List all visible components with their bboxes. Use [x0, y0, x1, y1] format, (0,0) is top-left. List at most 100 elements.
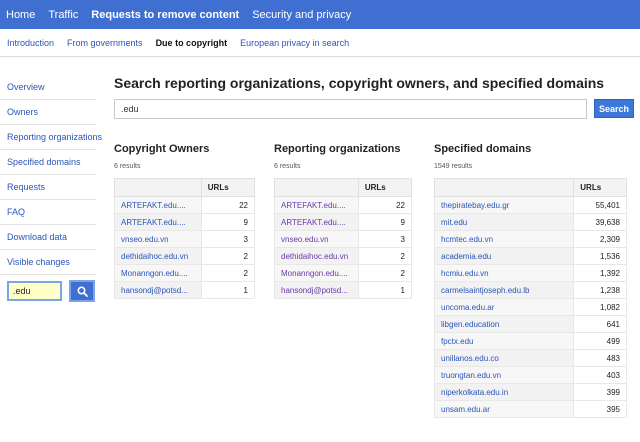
row-name-link[interactable]: niperkolkata.edu.in — [433, 383, 575, 401]
sidebar-search-input[interactable]: .edu — [7, 281, 62, 301]
table-row[interactable]: carmelsaintjoseph.edu.lb 1,238 — [433, 281, 627, 299]
sidebar-item-requests[interactable]: Requests — [0, 175, 96, 200]
table-header-urls[interactable]: URLs — [573, 178, 627, 197]
table-header-urls[interactable]: URLs — [200, 178, 256, 197]
copyright-owners-column: Copyright Owners 6 results URLs ARTEFAKT… — [114, 143, 256, 299]
sidebar-item-visible-changes[interactable]: Visible changes — [0, 250, 96, 275]
top-nav-home[interactable]: Home — [6, 9, 35, 21]
table-row[interactable]: hcmtec.edu.vn 2,309 — [433, 230, 627, 248]
table-row[interactable]: ARTEFAKT.edu.... 9 — [274, 213, 413, 231]
table-row[interactable]: fpctx.edu 499 — [433, 332, 627, 350]
row-name-link[interactable]: hcmiu.edu.vn — [433, 264, 575, 282]
table-row[interactable]: uncoma.edu.ar 1,082 — [433, 298, 627, 316]
row-name-link[interactable]: ARTEFAKT.edu.... — [274, 196, 359, 214]
row-url-count: 1 — [200, 281, 256, 299]
sidebar: Overview Owners Reporting organizations … — [0, 75, 102, 302]
table-row[interactable]: vnseo.edu.vn 3 — [114, 230, 256, 248]
row-name-link[interactable]: uncoma.edu.ar — [433, 298, 575, 316]
main-search-input[interactable]: .edu — [114, 99, 587, 119]
row-url-count: 499 — [573, 332, 627, 350]
copyright-owners-count: 6 results — [114, 163, 141, 170]
row-url-count: 395 — [573, 400, 627, 418]
table-row[interactable]: ARTEFAKT.edu.... 22 — [114, 196, 256, 214]
table-header-name — [274, 178, 359, 197]
row-name-link[interactable]: hcmtec.edu.vn — [433, 230, 575, 248]
table-row[interactable]: thepiratebay.edu.gr 55,401 — [433, 196, 627, 214]
row-name-link[interactable]: hansondj@potsd... — [274, 281, 359, 299]
row-name-link[interactable]: unsam.edu.ar — [433, 400, 575, 418]
table-row[interactable]: truongtan.edu.vn 403 — [433, 366, 627, 384]
sub-nav-due-to-copyright[interactable]: Due to copyright — [156, 38, 228, 48]
row-name-link[interactable]: hansondj@potsd... — [114, 281, 202, 299]
sidebar-item-owners[interactable]: Owners — [0, 100, 96, 125]
table-row[interactable]: unsam.edu.ar 395 — [433, 400, 627, 418]
row-url-count: 1,238 — [573, 281, 627, 299]
sub-nav-european-privacy[interactable]: European privacy in search — [240, 38, 349, 48]
row-name-link[interactable]: Monanngon.edu.... — [274, 264, 359, 282]
table-header-urls[interactable]: URLs — [357, 178, 413, 197]
top-nav-security-and-privacy[interactable]: Security and privacy — [252, 9, 351, 21]
table-row[interactable]: niperkolkata.edu.in 399 — [433, 383, 627, 401]
table-row[interactable]: hansondj@potsd... 1 — [114, 281, 256, 299]
main-search-button[interactable]: Search — [594, 99, 634, 118]
sub-nav-introduction[interactable]: Introduction — [7, 38, 54, 48]
row-name-link[interactable]: fpctx.edu — [433, 332, 575, 350]
row-name-link[interactable]: carmelsaintjoseph.edu.lb — [433, 281, 575, 299]
row-url-count: 9 — [200, 213, 256, 231]
row-name-link[interactable]: dethidaihoc.edu.vn — [114, 247, 202, 265]
row-url-count: 3 — [200, 230, 256, 248]
table-header-name — [114, 178, 202, 197]
copyright-owners-title: Copyright Owners — [114, 143, 210, 155]
specified-domains-count: 1549 results — [434, 163, 473, 170]
sidebar-item-specified-domains[interactable]: Specified domains — [0, 150, 96, 175]
table-row[interactable]: academia.edu 1,536 — [433, 247, 627, 265]
sidebar-search-button[interactable] — [69, 280, 95, 302]
row-name-link[interactable]: thepiratebay.edu.gr — [433, 196, 575, 214]
table-row[interactable]: ARTEFAKT.edu.... 22 — [274, 196, 413, 214]
row-name-link[interactable]: dethidaihoc.edu.vn — [274, 247, 359, 265]
sidebar-item-reporting-organizations[interactable]: Reporting organizations — [0, 125, 102, 150]
row-name-link[interactable]: libgen.education — [433, 315, 575, 333]
table-row[interactable]: libgen.education 641 — [433, 315, 627, 333]
specified-domains-column: Specified domains 1549 results URLs thep… — [433, 143, 627, 418]
row-name-link[interactable]: ARTEFAKT.edu.... — [114, 196, 202, 214]
row-name-link[interactable]: mit.edu — [433, 213, 575, 231]
row-url-count: 2 — [357, 264, 413, 282]
table-row[interactable]: ARTEFAKT.edu.... 9 — [114, 213, 256, 231]
table-row[interactable]: dethidaihoc.edu.vn 2 — [274, 247, 413, 265]
sidebar-item-download-data[interactable]: Download data — [0, 225, 96, 250]
row-url-count: 2,309 — [573, 230, 627, 248]
row-url-count: 1,392 — [573, 264, 627, 282]
table-row[interactable]: mit.edu 39,638 — [433, 213, 627, 231]
row-name-link[interactable]: academia.edu — [433, 247, 575, 265]
table-row[interactable]: Monanngon.edu.... 2 — [274, 264, 413, 282]
sub-nav-from-governments[interactable]: From governments — [67, 38, 143, 48]
row-url-count: 22 — [357, 196, 413, 214]
table-row[interactable]: hansondj@potsd... 1 — [274, 281, 413, 299]
row-name-link[interactable]: truongtan.edu.vn — [433, 366, 575, 384]
row-name-link[interactable]: ARTEFAKT.edu.... — [114, 213, 202, 231]
table-row[interactable]: Monanngon.edu.... 2 — [114, 264, 256, 282]
row-url-count: 483 — [573, 349, 627, 367]
search-icon — [76, 285, 88, 297]
reporting-organizations-column: Reporting organizations 6 results URLs A… — [274, 143, 413, 299]
page-title: Search reporting organizations, copyrigh… — [114, 75, 605, 91]
table-row[interactable]: vnseo.edu.vn 3 — [274, 230, 413, 248]
row-name-link[interactable]: Monanngon.edu.... — [114, 264, 202, 282]
top-nav-requests-to-remove-content[interactable]: Requests to remove content — [91, 9, 239, 21]
row-url-count: 3 — [357, 230, 413, 248]
table-row[interactable]: hcmiu.edu.vn 1,392 — [433, 264, 627, 282]
row-name-link[interactable]: unillanos.edu.co — [433, 349, 575, 367]
row-name-link[interactable]: vnseo.edu.vn — [114, 230, 202, 248]
row-url-count: 1,082 — [573, 298, 627, 316]
reporting-organizations-table: URLs ARTEFAKT.edu.... 22 ARTEFAKT.edu.... 9… — [274, 178, 413, 299]
table-row[interactable]: unillanos.edu.co 483 — [433, 349, 627, 367]
top-nav-traffic[interactable]: Traffic — [48, 9, 78, 21]
table-row[interactable]: dethidaihoc.edu.vn 2 — [114, 247, 256, 265]
row-url-count: 22 — [200, 196, 256, 214]
sidebar-item-overview[interactable]: Overview — [0, 75, 96, 100]
sidebar-item-faq[interactable]: FAQ — [0, 200, 96, 225]
row-url-count: 2 — [200, 264, 256, 282]
row-name-link[interactable]: ARTEFAKT.edu.... — [274, 213, 359, 231]
row-name-link[interactable]: vnseo.edu.vn — [274, 230, 359, 248]
